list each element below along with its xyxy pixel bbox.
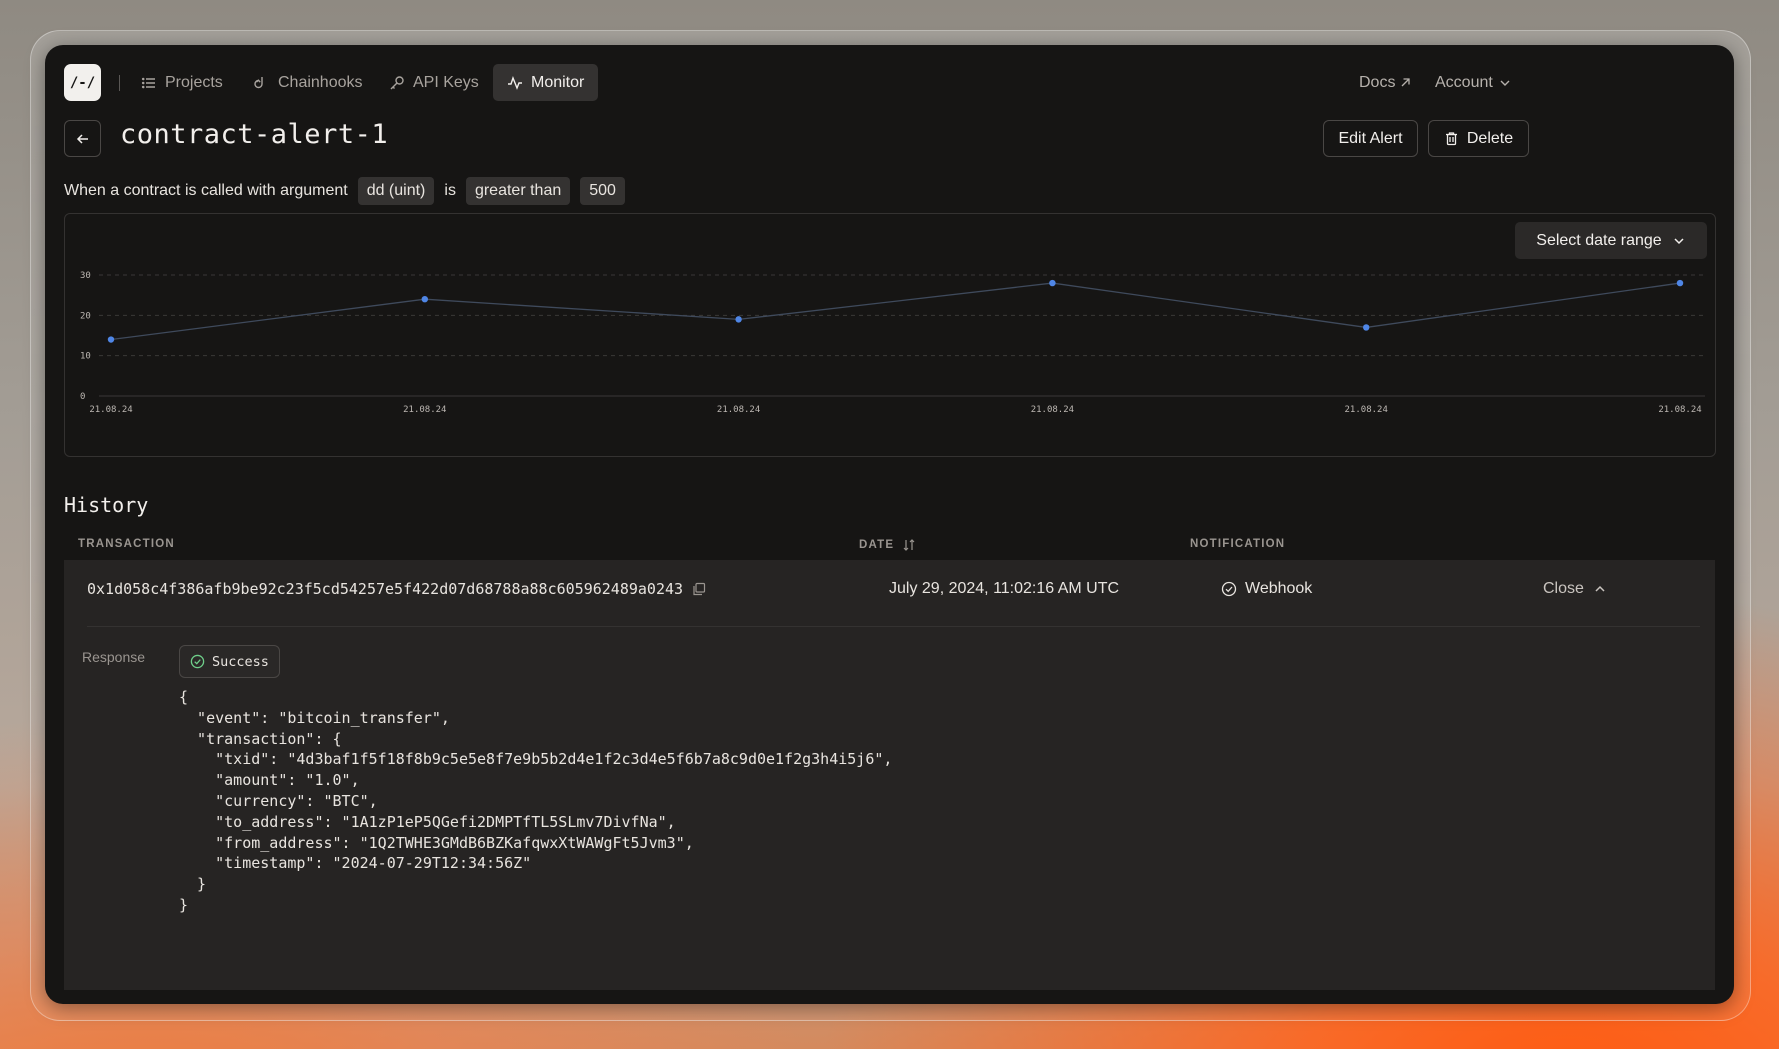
chevron-up-icon <box>1595 585 1605 592</box>
account-label: Account <box>1435 73 1493 91</box>
x-tick-label: 21.08.24 <box>717 405 760 415</box>
json-line: "txid": "4d3baf1f5f18f8b9c5e5e8f7e9b5b2d… <box>179 750 893 769</box>
check-circle-icon <box>1221 581 1237 597</box>
page-title: contract-alert-1 <box>120 119 389 150</box>
json-line: } <box>179 875 207 894</box>
json-line: { <box>179 688 189 706</box>
json-line: "event": "bitcoin_transfer", <box>179 708 450 727</box>
edit-alert-button[interactable]: Edit Alert <box>1323 120 1418 157</box>
row-divider <box>87 626 1700 627</box>
condition-value-chip: 500 <box>580 177 625 205</box>
nav-item-label: Projects <box>165 73 223 91</box>
y-tick-label: 20 <box>80 311 91 321</box>
data-point[interactable] <box>421 296 428 303</box>
nav-item-api-keys[interactable]: API Keys <box>375 64 493 101</box>
transaction-hash: 0x1d058c4f386afb9be92c23f5cd54257e5f422d… <box>87 580 706 598</box>
notification-label: Webhook <box>1245 580 1313 597</box>
delete-button[interactable]: Delete <box>1428 120 1529 157</box>
json-line: "to_address": "1A1zP1eP5QGefi2DMPTfTL5SL… <box>179 812 676 831</box>
condition-prefix: When a contract is called with argument <box>64 182 348 199</box>
chevron-down-icon <box>1500 80 1510 86</box>
column-header-date[interactable]: DATE <box>859 538 916 552</box>
nav-separator <box>119 75 120 91</box>
json-line: "transaction": { <box>179 729 342 748</box>
column-header-notification: NOTIFICATION <box>1190 538 1285 550</box>
logo-text: /-/ <box>69 74 96 91</box>
data-point[interactable] <box>1049 279 1056 287</box>
json-line: "from_address": "1Q2TWHE3GMdB6BZKafqwxXt… <box>179 833 694 852</box>
external-link-icon <box>1401 78 1411 87</box>
top-nav: /-/ Projects Chainhooks API Keys Monitor… <box>45 45 1734 125</box>
app-window: /-/ Projects Chainhooks API Keys Monitor… <box>45 45 1734 1004</box>
column-header-label: TRANSACTION <box>78 538 175 550</box>
column-header-label: DATE <box>859 539 895 551</box>
chart-card: 0 10 20 30 21.08.24 21.08.24 21.08.24 21.08.24 2… <box>64 213 1716 457</box>
docs-link[interactable]: Docs <box>1359 64 1411 101</box>
transaction-id: 0x1d058c4f386afb9be92c23f5cd54257e5f422d… <box>87 580 684 598</box>
data-point[interactable] <box>107 336 115 343</box>
app-logo[interactable]: /-/ <box>64 64 101 101</box>
transaction-date: July 29, 2024, 11:02:16 AM UTC <box>889 580 1120 597</box>
account-menu[interactable]: Account <box>1435 64 1512 101</box>
y-tick-label: 0 <box>80 392 85 402</box>
nav-item-projects[interactable]: Projects <box>127 64 237 101</box>
chevron-down-icon <box>1674 237 1684 244</box>
date-range-label: Select date range <box>1536 231 1662 249</box>
condition-argument-chip: dd (uint) <box>357 177 435 205</box>
check-circle-icon <box>190 654 205 669</box>
series-line <box>110 282 1681 341</box>
nav-item-monitor[interactable]: Monitor <box>493 64 599 101</box>
x-tick-label: 21.08.24 <box>1031 405 1074 415</box>
condition-operator-chip: greater than <box>465 177 571 205</box>
docs-label: Docs <box>1359 73 1396 91</box>
delete-label: Delete <box>1466 129 1514 147</box>
nav-item-label: Monitor <box>531 73 585 91</box>
back-button[interactable] <box>64 120 101 157</box>
edit-alert-label: Edit Alert <box>1338 129 1403 147</box>
arrow-left-icon <box>76 133 88 144</box>
trash-icon <box>1445 132 1457 146</box>
json-line: "amount": "1.0", <box>179 771 360 790</box>
activity-icon <box>508 75 522 90</box>
x-tick-label: 21.08.24 <box>1658 405 1701 415</box>
data-point[interactable] <box>1363 324 1370 331</box>
history-title: History <box>64 493 149 517</box>
notification-type: Webhook <box>1221 580 1312 598</box>
json-line: } <box>179 896 189 914</box>
data-point[interactable] <box>1676 279 1684 287</box>
status-badge: Success <box>179 645 280 678</box>
close-row-button[interactable]: Close <box>1543 580 1606 598</box>
nav-item-label: API Keys <box>413 73 479 91</box>
copy-icon[interactable] <box>692 582 706 596</box>
date-range-select[interactable]: Select date range <box>1515 222 1707 259</box>
alert-condition: When a contract is called with argument … <box>64 177 625 205</box>
key-icon <box>390 75 404 89</box>
close-label: Close <box>1543 580 1584 597</box>
json-line: "currency": "BTC", <box>179 792 378 810</box>
y-tick-label: 10 <box>80 352 91 362</box>
list-icon <box>141 77 155 88</box>
nav-item-label: Chainhooks <box>278 73 363 91</box>
line-chart: 0 10 20 30 21.08.24 21.08.24 21.08.24 21.08.24 2… <box>80 271 1705 415</box>
json-line: "timestamp": "2024-07-29T12:34:56Z" <box>179 854 532 873</box>
table-row: 0x1d058c4f386afb9be92c23f5cd54257e5f422d… <box>64 560 1715 990</box>
column-header-label: NOTIFICATION <box>1190 538 1286 550</box>
column-header-transaction: TRANSACTION <box>78 538 175 550</box>
nav-item-chainhooks[interactable]: Chainhooks <box>240 64 377 101</box>
sort-icon <box>903 539 915 551</box>
data-point[interactable] <box>735 316 742 323</box>
x-tick-label: 21.08.24 <box>89 405 132 415</box>
y-tick-label: 30 <box>80 271 91 281</box>
status-label: Success <box>212 653 269 670</box>
x-tick-label: 21.08.24 <box>403 405 446 415</box>
response-label: Response <box>82 649 146 665</box>
x-tick-label: 21.08.24 <box>1345 405 1388 415</box>
condition-connector: is <box>444 182 456 199</box>
hook-icon <box>254 76 263 88</box>
